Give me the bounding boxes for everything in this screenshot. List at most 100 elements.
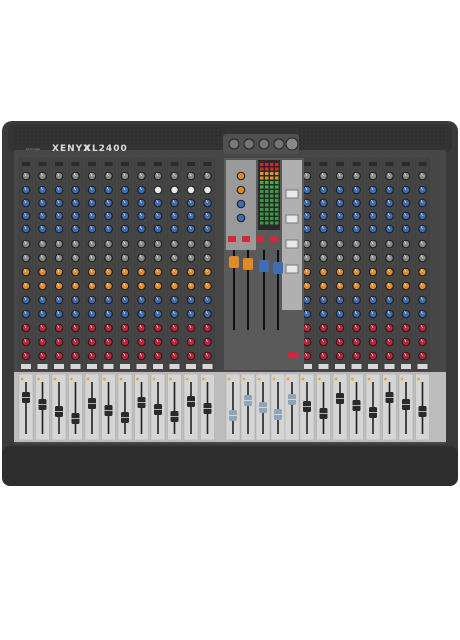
meter-led [260,199,264,202]
grille-hole [367,135,369,137]
grille-hole [167,139,169,141]
meter-led [260,185,264,189]
knob [237,172,245,180]
trim-label [336,162,344,166]
mute-button [186,364,196,369]
grille-hole [135,143,137,145]
grille-hole [23,143,25,145]
grille-hole [327,139,329,141]
grille-hole [427,143,429,145]
fader-slot [291,382,293,434]
grille-hole [359,139,361,141]
led-indicator [119,377,123,381]
grille-hole [387,135,389,137]
grille-hole [79,127,81,129]
mute-button [70,364,81,369]
grille-hole [411,131,413,133]
grille-hole [111,131,113,133]
grille-hole [327,143,329,145]
grille-hole [335,139,337,141]
grille-hole [355,139,357,141]
grille-hole [171,127,173,129]
grille-hole [215,135,217,137]
grille-hole [311,131,313,133]
grille-hole [395,131,397,133]
grille-hole [435,127,437,129]
brand-logo: behringer [26,147,41,151]
master-button [288,352,298,358]
meter-led [270,181,274,184]
knob [237,186,245,194]
grille-hole [399,139,401,141]
grille-hole [383,131,385,133]
grille-hole [131,131,133,133]
grille-hole [299,143,301,145]
grille-hole [39,127,41,129]
grille-hole [415,139,417,141]
meter-led [260,203,264,207]
led-indicator [400,377,404,381]
grille-hole [183,139,185,141]
grille-hole [147,135,149,137]
grille-hole [431,135,433,137]
grille-hole [179,131,181,133]
grille-hole [143,143,145,145]
grille-hole [35,131,37,133]
grille-hole [339,139,341,141]
grille-hole [315,143,317,145]
meter-led [260,221,264,225]
grille-hole [427,139,429,141]
trim-label [187,162,195,166]
grille-hole [215,131,217,133]
grille-hole [383,127,385,129]
fx-button [285,214,299,224]
grille-hole [47,135,49,137]
grille-hole [47,127,49,129]
meter-led [270,163,274,166]
grille-hole [351,143,353,145]
grille-hole [355,135,357,137]
meter-led [270,221,274,225]
grille-hole [327,131,329,133]
grille-hole [75,135,77,137]
grille-hole [299,135,301,137]
fader-slot [124,382,126,434]
mute-button [153,364,163,369]
mute-button [202,364,213,369]
grille-hole [403,127,405,129]
grille-hole [371,127,373,129]
master-button [228,236,236,242]
mute-button [87,364,97,369]
grille-hole [155,143,157,145]
grille-hole [99,131,101,133]
grille-hole [215,143,217,145]
meter-led [265,212,269,216]
grille-hole [379,131,381,133]
led-indicator [136,377,139,381]
meter-led [260,163,264,166]
grille-hole [83,135,85,137]
mute-button [401,364,411,369]
grille-hole [411,139,413,141]
grille-hole [99,127,101,129]
grille-hole [131,135,133,137]
grille-hole [315,135,317,137]
grille-hole [359,143,361,145]
meter-led [265,221,269,225]
meter-led [275,194,279,198]
grille-hole [443,143,445,145]
grille-hole [199,143,201,145]
grille-hole [331,143,333,145]
grille-hole [427,127,429,129]
grille-hole [443,139,445,141]
grille-hole [127,139,129,141]
grille-hole [211,135,213,137]
grille-hole [403,143,405,145]
grille-hole [199,127,201,129]
mute-button [169,364,180,369]
grille-hole [195,143,197,145]
mute-button [368,364,378,369]
grille-hole [51,127,53,129]
grille-hole [415,135,417,137]
grille-hole [107,139,109,141]
